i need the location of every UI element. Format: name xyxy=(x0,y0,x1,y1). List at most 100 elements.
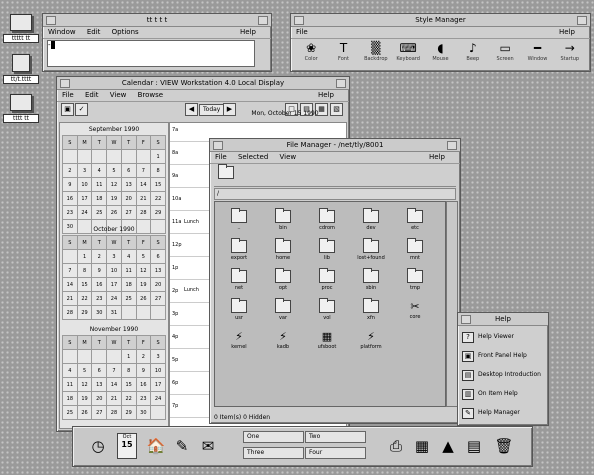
help-item-on-item-help[interactable]: ▥ On Item Help xyxy=(462,386,544,402)
prev-arrow-icon[interactable]: ◀ xyxy=(185,103,198,116)
day-cell[interactable]: 13 xyxy=(150,263,166,278)
day-cell[interactable]: 3 xyxy=(106,249,122,264)
day-cell[interactable]: 1 xyxy=(150,149,166,164)
workspace-button-two[interactable]: Two xyxy=(305,431,366,443)
day-cell[interactable] xyxy=(62,149,78,164)
day-cell[interactable] xyxy=(120,305,137,320)
file-item[interactable]: ⚡ platform xyxy=(349,330,393,350)
file-item[interactable]: ⚡ kadb xyxy=(261,330,305,350)
day-cell[interactable]: 19 xyxy=(135,277,152,292)
day-cell[interactable]: 29 xyxy=(150,205,166,220)
day-cell[interactable]: 24 xyxy=(106,291,122,306)
day-cell[interactable]: 17 xyxy=(76,191,93,206)
desktop-icon-3[interactable]: tttt tt xyxy=(3,94,39,123)
day-cell[interactable]: 3 xyxy=(76,163,93,178)
day-cell[interactable]: 10 xyxy=(106,263,122,278)
text-editor-icon[interactable]: ✎ xyxy=(171,435,193,457)
style-manager-title-bar[interactable]: Style Manager xyxy=(291,14,590,27)
day-cell[interactable]: 31 xyxy=(106,305,122,320)
day-cell[interactable]: 24 xyxy=(150,391,166,406)
day-cell[interactable] xyxy=(106,349,122,364)
day-cell[interactable]: 3 xyxy=(150,349,166,364)
workspace-button-one[interactable]: One xyxy=(243,431,304,443)
maximize-button[interactable] xyxy=(336,79,346,88)
day-cell[interactable] xyxy=(120,149,137,164)
day-cell[interactable]: 17 xyxy=(150,377,166,392)
file-item[interactable]: home xyxy=(261,238,305,261)
desktop-icon-1[interactable]: ttttt tt xyxy=(3,14,39,43)
day-cell[interactable]: 4 xyxy=(91,163,108,178)
day-cell[interactable]: 20 xyxy=(150,277,166,292)
day-cell[interactable]: 2 xyxy=(135,349,152,364)
file-item[interactable]: etc xyxy=(393,208,437,231)
day-cell[interactable]: 30 xyxy=(135,405,152,420)
file-item[interactable]: .. xyxy=(217,208,261,231)
style-manager-window[interactable]: Style Manager File Help ❀ Color T Font ▒ Back… xyxy=(290,13,591,72)
path-field[interactable]: / xyxy=(214,188,456,200)
help-item-front-panel-help[interactable]: ▣ Front Panel Help xyxy=(462,348,544,364)
menu-file[interactable]: File xyxy=(215,153,227,161)
file-item[interactable]: sbin xyxy=(349,268,393,291)
file-item[interactable]: opt xyxy=(261,268,305,291)
day-cell[interactable]: 23 xyxy=(62,205,78,220)
day-cell[interactable]: 27 xyxy=(91,405,108,420)
day-cell[interactable]: 26 xyxy=(135,291,152,306)
help-subpanel-title-bar[interactable]: Help xyxy=(458,313,548,326)
root-folder-icon[interactable] xyxy=(218,164,234,179)
style-backdrop-button[interactable]: ▒ Backdrop xyxy=(360,39,392,67)
help-item-help-manager[interactable]: ✎ Help Manager xyxy=(462,405,544,421)
day-cell[interactable]: 1 xyxy=(76,249,93,264)
day-cell[interactable]: 23 xyxy=(91,291,108,306)
menu-edit[interactable]: Edit xyxy=(87,28,101,36)
day-cell[interactable]: 26 xyxy=(106,205,122,220)
day-cell[interactable]: 17 xyxy=(106,277,122,292)
menu-browse[interactable]: Browse xyxy=(138,91,164,99)
day-cell[interactable]: 29 xyxy=(120,405,137,420)
application-manager-icon[interactable]: ▲ xyxy=(437,435,459,457)
day-cell[interactable]: 24 xyxy=(76,205,93,220)
day-cell[interactable]: 27 xyxy=(150,291,166,306)
day-cell[interactable]: 5 xyxy=(135,249,152,264)
workspace-button-three[interactable]: Three xyxy=(243,447,304,459)
terminal-text-area[interactable]: - xyxy=(47,40,255,67)
day-cell[interactable]: 6 xyxy=(91,363,108,378)
file-item[interactable]: bin xyxy=(261,208,305,231)
menu-help[interactable]: Help xyxy=(429,152,445,163)
day-cell[interactable] xyxy=(76,149,93,164)
style-mouse-button[interactable]: ◖ Mouse xyxy=(424,39,456,67)
day-cell[interactable]: 5 xyxy=(106,163,122,178)
day-cell[interactable]: 12 xyxy=(135,263,152,278)
day-cell[interactable]: 14 xyxy=(62,277,78,292)
home-folder-icon[interactable]: 🏠 xyxy=(145,435,167,457)
day-cell[interactable] xyxy=(106,149,122,164)
day-cell[interactable]: 4 xyxy=(120,249,137,264)
file-item[interactable]: export xyxy=(217,238,261,261)
style-manager-icon[interactable]: ▦ xyxy=(411,435,433,457)
day-cell[interactable]: 13 xyxy=(91,377,108,392)
help-icon[interactable]: ▤ xyxy=(463,435,485,457)
day-cell[interactable] xyxy=(150,305,166,320)
menu-window[interactable]: Window xyxy=(48,28,76,36)
day-cell[interactable]: 25 xyxy=(91,205,108,220)
printer-icon[interactable]: ⎙ xyxy=(385,435,407,457)
day-cell[interactable]: 22 xyxy=(150,191,166,206)
day-cell[interactable] xyxy=(91,149,108,164)
day-cell[interactable]: 11 xyxy=(120,263,137,278)
day-cell[interactable]: 8 xyxy=(150,163,166,178)
day-cell[interactable]: 10 xyxy=(150,363,166,378)
day-cell[interactable]: 12 xyxy=(106,177,122,192)
file-view-area[interactable]: .. bin cdrom dev etc export home lib lost+found m… xyxy=(214,201,446,407)
help-item-help-viewer[interactable]: ? Help Viewer xyxy=(462,329,544,345)
day-cell[interactable] xyxy=(135,149,152,164)
day-cell[interactable]: 6 xyxy=(150,249,166,264)
day-cell[interactable]: 13 xyxy=(120,177,137,192)
day-cell[interactable]: 9 xyxy=(91,263,108,278)
appointment-icon[interactable]: ▣ xyxy=(61,103,74,116)
file-item[interactable]: lost+found xyxy=(349,238,393,261)
menu-options[interactable]: Options xyxy=(112,28,139,36)
style-window-button[interactable]: ━ Window xyxy=(521,39,553,67)
day-cell[interactable]: 25 xyxy=(120,291,137,306)
day-cell[interactable]: 5 xyxy=(76,363,93,378)
appointment-entry[interactable]: Lunch xyxy=(184,219,199,225)
day-cell[interactable]: 21 xyxy=(135,191,152,206)
